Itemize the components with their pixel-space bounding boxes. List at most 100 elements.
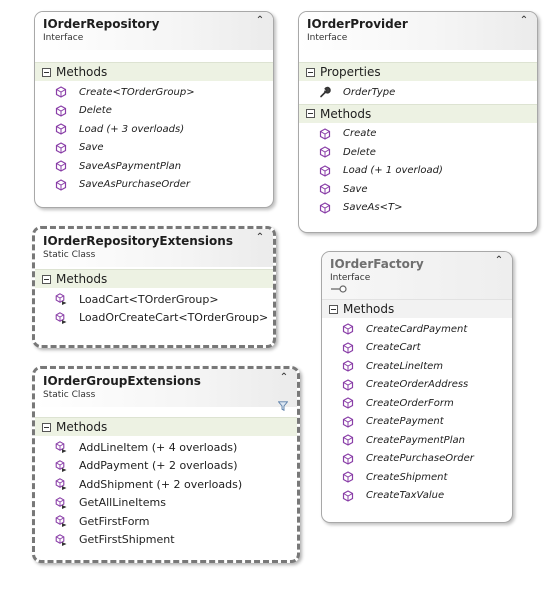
- member-label: CreateTaxValue: [366, 490, 445, 502]
- class-box-iorderrepositoryextensions[interactable]: IOrderRepositoryExtensions Static Class …: [32, 226, 276, 348]
- member-item[interactable]: Save: [35, 139, 273, 158]
- member-item[interactable]: SaveAs<T>: [299, 199, 537, 218]
- member-item[interactable]: Load (+ 3 overloads): [35, 120, 273, 139]
- class-header: IOrderFactory Interface ⌃: [322, 252, 512, 299]
- collapse-chevron-icon[interactable]: ⌃: [279, 372, 289, 384]
- member-label: CreateLineItem: [366, 360, 444, 372]
- method-icon: [55, 86, 67, 98]
- class-box-iorderfactory[interactable]: IOrderFactory Interface ⌃ Methods Create…: [321, 251, 513, 523]
- member-label: CreateCardPayment: [366, 323, 468, 335]
- wrench-property-icon: [319, 86, 331, 98]
- class-header: IOrderProvider Interface ⌃: [299, 12, 537, 50]
- section-label: Methods: [56, 420, 108, 434]
- member-item[interactable]: CreatePayment: [322, 413, 512, 432]
- class-box-iorderprovider[interactable]: IOrderProvider Interface ⌃ Properties Or…: [298, 11, 538, 233]
- member-label: CreatePayment: [366, 416, 444, 428]
- method-icon: [342, 490, 354, 502]
- class-box-iordergroupextensions[interactable]: IOrderGroupExtensions Static Class ⌃ Met…: [32, 366, 300, 563]
- method-icon: [342, 379, 354, 391]
- member-item[interactable]: Create: [299, 125, 537, 144]
- member-item[interactable]: AddShipment (+ 2 overloads): [35, 475, 297, 494]
- member-label: CreateShipment: [366, 471, 448, 483]
- method-icon: [342, 434, 354, 446]
- member-item[interactable]: LoadCart<TOrderGroup>: [35, 290, 273, 309]
- member-item[interactable]: CreateCardPayment: [322, 320, 512, 339]
- collapse-toggle-icon[interactable]: [42, 274, 51, 284]
- member-item[interactable]: GetFirstShipment: [35, 531, 297, 550]
- member-label: Delete: [343, 146, 376, 158]
- collapse-toggle-icon[interactable]: [306, 67, 315, 77]
- class-stereotype: Static Class: [43, 250, 96, 260]
- method-icon: [319, 146, 331, 158]
- member-label: AddPayment (+ 2 overloads): [79, 459, 238, 473]
- member-item[interactable]: CreatePurchaseOrder: [322, 450, 512, 469]
- member-label: CreateOrderForm: [366, 397, 454, 409]
- member-label: GetFirstShipment: [79, 533, 175, 547]
- member-label: Load (+ 1 overload): [343, 165, 443, 177]
- member-item[interactable]: AddLineItem (+ 4 overloads): [35, 438, 297, 457]
- extension-method-icon: [55, 293, 67, 305]
- method-icon: [342, 323, 354, 335]
- class-header: IOrderRepositoryExtensions Static Class …: [35, 229, 273, 267]
- section-header-methods[interactable]: Methods: [299, 103, 537, 123]
- class-title: IOrderProvider: [307, 17, 408, 31]
- member-item[interactable]: Create<TOrderGroup>: [35, 83, 273, 102]
- member-label: Create<TOrderGroup>: [79, 86, 195, 98]
- member-item[interactable]: SaveAsPaymentPlan: [35, 157, 273, 176]
- member-label: Delete: [79, 105, 112, 117]
- filter-icon[interactable]: [278, 401, 288, 411]
- member-item[interactable]: CreateTaxValue: [322, 487, 512, 506]
- member-item[interactable]: CreateLineItem: [322, 357, 512, 376]
- member-label: CreateCart: [366, 342, 421, 354]
- extension-method-icon: [55, 441, 67, 453]
- member-item[interactable]: AddPayment (+ 2 overloads): [35, 457, 297, 476]
- member-item[interactable]: CreateOrderForm: [322, 394, 512, 413]
- collapse-chevron-icon[interactable]: ⌃: [255, 15, 265, 27]
- collapse-chevron-icon[interactable]: ⌃: [494, 255, 504, 267]
- collapse-toggle-icon[interactable]: [329, 304, 338, 314]
- section-label: Methods: [56, 272, 108, 286]
- class-box-iorderrepository[interactable]: IOrderRepository Interface ⌃ Methods Cre…: [34, 11, 274, 208]
- member-label: SaveAsPaymentPlan: [79, 160, 182, 172]
- method-icon: [342, 397, 354, 409]
- section-header-methods[interactable]: Methods: [35, 417, 297, 436]
- extension-method-icon: [55, 497, 67, 509]
- section-header-methods[interactable]: Methods: [35, 269, 273, 288]
- member-item[interactable]: Delete: [299, 143, 537, 162]
- method-icon: [55, 105, 67, 117]
- collapse-toggle-icon[interactable]: [42, 67, 51, 77]
- class-title: IOrderRepositoryExtensions: [43, 234, 233, 248]
- member-item[interactable]: CreateOrderAddress: [322, 376, 512, 395]
- section-header-methods[interactable]: Methods: [35, 62, 273, 81]
- method-icon: [319, 128, 331, 140]
- member-item[interactable]: OrderType: [299, 83, 537, 102]
- member-item[interactable]: Save: [299, 180, 537, 199]
- section-label: Properties: [320, 65, 381, 79]
- member-item[interactable]: GetFirstForm: [35, 512, 297, 531]
- member-item[interactable]: SaveAsPurchaseOrder: [35, 176, 273, 195]
- member-item[interactable]: Load (+ 1 overload): [299, 162, 537, 181]
- member-label: Save: [343, 183, 368, 195]
- member-item[interactable]: LoadOrCreateCart<TOrderGroup>: [35, 309, 273, 328]
- class-title: IOrderFactory: [330, 257, 424, 271]
- member-label: AddShipment (+ 2 overloads): [79, 477, 243, 491]
- collapse-toggle-icon[interactable]: [42, 422, 51, 432]
- method-icon: [55, 179, 67, 191]
- section-header-methods[interactable]: Methods: [322, 299, 512, 318]
- member-label: Create: [343, 128, 377, 140]
- member-item[interactable]: CreatePaymentPlan: [322, 431, 512, 450]
- section-header-properties[interactable]: Properties: [299, 62, 537, 81]
- member-item[interactable]: GetAllLineItems: [35, 494, 297, 513]
- member-label: Load (+ 3 overloads): [79, 123, 185, 135]
- member-label: GetAllLineItems: [79, 496, 166, 510]
- method-icon: [342, 342, 354, 354]
- member-item[interactable]: CreateShipment: [322, 468, 512, 487]
- member-item[interactable]: CreateCart: [322, 339, 512, 358]
- member-item[interactable]: Delete: [35, 102, 273, 121]
- member-label: SaveAs<T>: [343, 202, 403, 214]
- collapse-chevron-icon[interactable]: ⌃: [519, 15, 529, 27]
- class-stereotype: Interface: [307, 33, 348, 43]
- collapse-chevron-icon[interactable]: ⌃: [255, 232, 265, 244]
- collapse-toggle-icon[interactable]: [306, 109, 315, 118]
- member-label: LoadCart<TOrderGroup>: [79, 292, 219, 306]
